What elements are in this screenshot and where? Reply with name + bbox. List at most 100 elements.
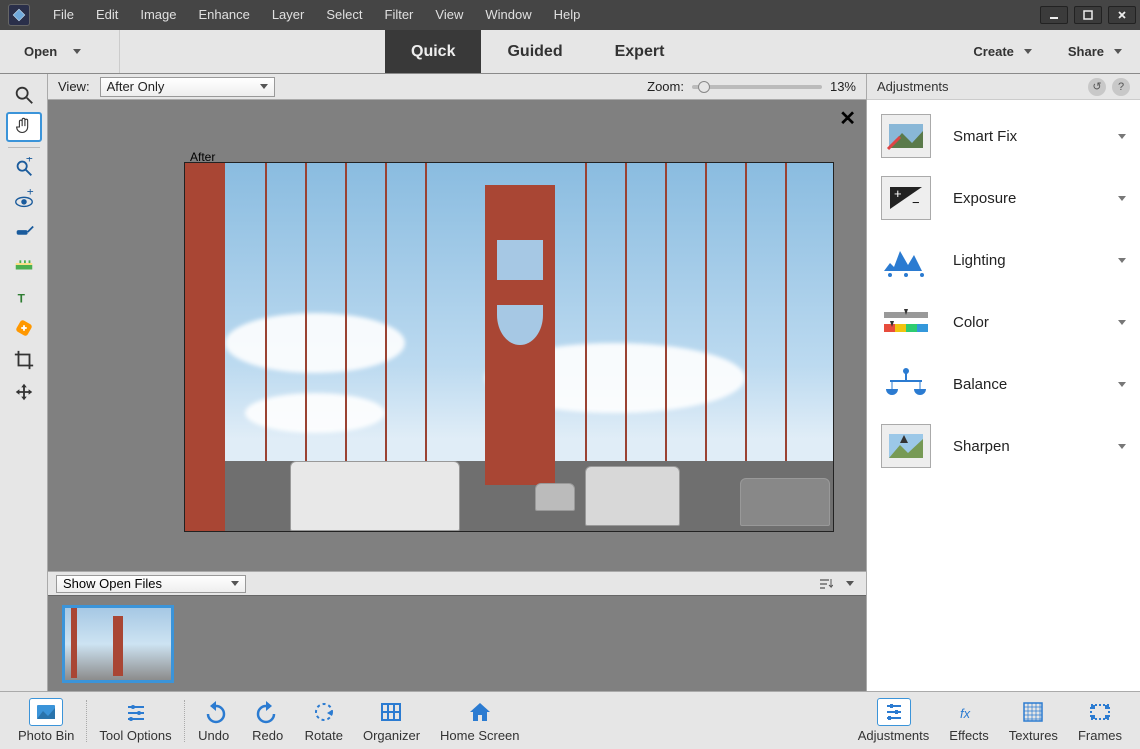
share-button[interactable]: Share [1050,30,1140,73]
svg-text:+: + [26,189,33,198]
crop-tool[interactable] [6,345,42,375]
chevron-down-icon [1118,134,1126,139]
panel-header: Adjustments ↺ ? [867,74,1140,100]
menu-image[interactable]: Image [129,0,187,30]
menu-window[interactable]: Window [474,0,542,30]
act-label: Home Screen [440,728,519,743]
chevron-down-icon [1118,258,1126,263]
act-label: Undo [198,728,229,743]
straighten-tool[interactable] [6,249,42,279]
svg-text:+: + [894,186,902,201]
adj-exposure[interactable]: +− Exposure [873,172,1134,224]
bin-select[interactable]: Show Open Files [56,575,246,593]
menu-select[interactable]: Select [315,0,373,30]
act-rotate[interactable]: Rotate [295,698,353,743]
view-select[interactable]: After Only [100,77,275,97]
act-label: Adjustments [858,728,930,743]
panel-title: Adjustments [877,79,949,94]
tab-quick[interactable]: Quick [385,30,481,73]
exposure-icon: +− [881,176,931,220]
open-button[interactable]: Open [0,30,120,73]
bin-menu-icon[interactable] [842,577,858,591]
close-document-button[interactable]: ✕ [839,106,856,131]
create-label: Create [973,44,1013,59]
reset-icon[interactable]: ↺ [1088,78,1106,96]
menu-filter[interactable]: Filter [374,0,425,30]
bin-sort-icon[interactable] [818,577,834,591]
adj-smart-fix[interactable]: Smart Fix [873,110,1134,162]
bin-select-value: Show Open Files [63,576,162,591]
view-select-value: After Only [107,79,165,94]
menubar: File Edit Image Enhance Layer Select Fil… [0,0,1140,30]
whiten-tool[interactable] [6,217,42,247]
act-frames[interactable]: Frames [1068,698,1132,743]
eyedropper-tool[interactable]: + [6,153,42,183]
menu-help[interactable]: Help [543,0,592,30]
svg-text:fx: fx [960,706,971,721]
right-panel: Adjustments ↺ ? Smart Fix +− Exposure Li… [866,74,1140,691]
help-icon[interactable]: ? [1112,78,1130,96]
thumbnail[interactable] [62,605,174,683]
adj-balance[interactable]: Balance [873,358,1134,410]
menu-view[interactable]: View [424,0,474,30]
adj-label: Exposure [953,190,1096,207]
text-tool[interactable]: T [6,281,42,311]
chevron-down-icon [73,49,81,54]
view-label: View: [58,79,90,94]
tab-expert[interactable]: Expert [589,30,691,73]
act-redo[interactable]: Redo [241,698,295,743]
chevron-down-icon [1024,49,1032,54]
act-undo[interactable]: Undo [187,698,241,743]
share-label: Share [1068,44,1104,59]
adj-lighting[interactable]: Lighting [873,234,1134,286]
menu-edit[interactable]: Edit [85,0,129,30]
zoom-tool[interactable] [6,80,42,110]
close-button[interactable] [1108,6,1136,24]
act-organizer[interactable]: Organizer [353,698,430,743]
act-textures[interactable]: Textures [999,698,1068,743]
svg-text:−: − [912,195,920,210]
minimize-button[interactable] [1040,6,1068,24]
adj-label: Lighting [953,252,1096,269]
act-label: Organizer [363,728,420,743]
adjustments-list: Smart Fix +− Exposure Lighting Color [867,100,1140,482]
adj-color[interactable]: Color [873,296,1134,348]
zoom-label: Zoom: [647,79,684,94]
act-tool-options[interactable]: Tool Options [89,698,181,743]
svg-text:T: T [17,291,25,305]
canvas-area: ✕ After [48,100,866,571]
menu-file[interactable]: File [42,0,85,30]
zoom-slider-thumb[interactable] [698,81,710,93]
adj-label: Color [953,314,1096,331]
act-label: Textures [1009,728,1058,743]
smart-fix-icon [881,114,931,158]
create-button[interactable]: Create [955,30,1049,73]
act-home-screen[interactable]: Home Screen [430,698,529,743]
photo-bin-header: Show Open Files [48,571,866,595]
adj-label: Smart Fix [953,128,1096,145]
act-adjustments[interactable]: Adjustments [848,698,940,743]
hand-tool[interactable] [6,112,42,142]
act-label: Effects [949,728,989,743]
menu-enhance[interactable]: Enhance [188,0,261,30]
chevron-down-icon [1118,382,1126,387]
tab-guided[interactable]: Guided [481,30,588,73]
adj-label: Sharpen [953,438,1096,455]
window-controls [1040,6,1140,24]
color-icon [881,300,931,344]
menu-layer[interactable]: Layer [261,0,316,30]
act-label: Frames [1078,728,1122,743]
maximize-button[interactable] [1074,6,1102,24]
chevron-down-icon [260,84,268,89]
redeye-tool[interactable]: + [6,185,42,215]
center-area: View: After Only Zoom: 13% ✕ After [48,74,866,691]
adj-sharpen[interactable]: Sharpen [873,420,1134,472]
act-label: Redo [252,728,283,743]
balance-icon [881,362,931,406]
spot-heal-tool[interactable] [6,313,42,343]
zoom-slider[interactable] [692,85,822,89]
act-photo-bin[interactable]: Photo Bin [8,698,84,743]
act-effects[interactable]: fx Effects [939,698,999,743]
move-tool[interactable] [6,377,42,407]
document-image[interactable] [184,162,834,532]
